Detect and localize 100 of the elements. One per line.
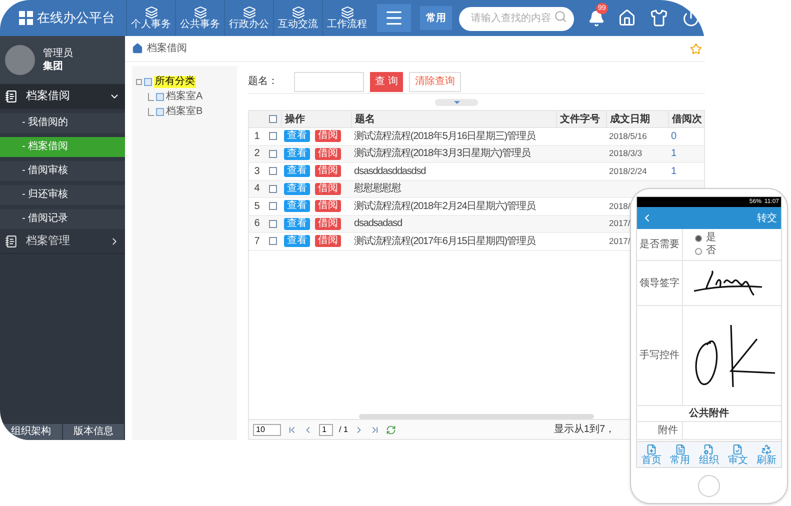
scrollbar[interactable]: [359, 414, 594, 419]
view-button[interactable]: 查看: [284, 165, 310, 178]
layers-icon: [194, 6, 206, 18]
borrow-button[interactable]: 借阅: [315, 130, 341, 142]
collapse-icon[interactable]: [136, 79, 142, 85]
clear-button[interactable]: 清除查询: [408, 72, 461, 92]
common-button[interactable]: 常用: [420, 6, 452, 30]
row-number: 6: [253, 217, 261, 232]
checkbox[interactable]: [269, 220, 277, 228]
checkbox[interactable]: [269, 132, 277, 140]
date-cell: 2018/: [609, 200, 630, 211]
count-cell-text: 1: [670, 147, 678, 162]
expand-handle[interactable]: [435, 99, 478, 106]
layers-icon: [242, 6, 256, 18]
view-button[interactable]: 查看: [284, 200, 310, 212]
last-page-icon[interactable]: [370, 424, 380, 434]
borrow-button[interactable]: 借阅: [315, 182, 341, 195]
first-page-icon[interactable]: [287, 424, 297, 434]
file-check-icon: [732, 444, 744, 454]
tree-node[interactable]: 档案室B: [166, 106, 203, 118]
phone-nav-item[interactable]: 首页: [637, 442, 666, 467]
checkbox[interactable]: [269, 184, 277, 193]
app-title: 在线办公平台: [37, 9, 115, 28]
borrow-button[interactable]: 借阅: [315, 218, 341, 230]
title-cell-text: 慰慰慰慰慰: [353, 182, 402, 196]
count-cell-text: 0: [670, 130, 678, 144]
date-cell: 2018/3/3: [609, 148, 642, 158]
phone-nav-item[interactable]: 常用: [666, 442, 695, 467]
search-icon[interactable]: [554, 10, 567, 24]
checkbox[interactable]: [269, 115, 277, 123]
logo-icon: [19, 11, 33, 25]
row-number: 2: [253, 147, 261, 162]
field-label: 是否需要: [637, 229, 683, 260]
row-number: 4: [253, 182, 261, 196]
title-input[interactable]: [294, 72, 364, 92]
date-cell: 2018/2/24: [609, 166, 647, 176]
sidebar-item[interactable]: - 我借阅的: [0, 112, 125, 132]
sidebar-item[interactable]: - 借阅记录: [0, 208, 125, 228]
refresh-icon[interactable]: [386, 424, 396, 434]
page-input[interactable]: 1: [319, 424, 333, 436]
row-number: 3: [253, 164, 261, 179]
radio-label: 否: [706, 245, 716, 257]
footer-tab[interactable]: 版本信息: [62, 424, 125, 440]
view-button[interactable]: 查看: [284, 218, 310, 230]
notebook-icon: [5, 90, 18, 102]
avatar: [5, 45, 35, 75]
menu-button[interactable]: [377, 4, 411, 32]
view-button[interactable]: 查看: [284, 235, 310, 248]
date-cell: 2018/5/16: [609, 130, 647, 141]
row-number: 7: [253, 234, 261, 249]
view-button[interactable]: 查看: [284, 182, 310, 195]
total-pages: / 1: [339, 424, 348, 436]
column-header: 成文日期: [606, 111, 668, 127]
phone-nav-item[interactable]: 审文: [723, 442, 752, 467]
bell-icon[interactable]: [588, 10, 605, 26]
view-button[interactable]: 查看: [284, 130, 310, 142]
row-number: 5: [253, 200, 261, 214]
radio-button[interactable]: [695, 248, 702, 254]
recycle-icon: [761, 444, 772, 454]
radio-button[interactable]: [695, 234, 702, 242]
checkbox[interactable]: [269, 150, 277, 158]
view-button[interactable]: 查看: [284, 148, 310, 160]
user-role: 管理员: [43, 47, 73, 60]
borrow-button[interactable]: 借阅: [315, 235, 341, 248]
home-icon[interactable]: [618, 9, 636, 27]
count-cell-text: 1: [670, 164, 678, 179]
checkbox[interactable]: [269, 202, 277, 210]
tree-node[interactable]: 所有分类: [154, 76, 196, 88]
layers-icon: [340, 6, 354, 18]
checkbox[interactable]: [269, 237, 277, 246]
borrow-button[interactable]: 借阅: [315, 200, 341, 212]
tree-node[interactable]: 档案室A: [166, 91, 203, 103]
sidebar-group[interactable]: 档案借阅: [0, 84, 125, 109]
row-number: 1: [253, 130, 261, 144]
borrow-button[interactable]: 借阅: [315, 165, 341, 178]
sidebar-item[interactable]: - 归还审核: [0, 184, 125, 204]
sidebar-item[interactable]: - 档案借阅: [0, 136, 125, 156]
search-label: 题名：: [248, 75, 279, 89]
layers-icon: [292, 6, 304, 18]
checkbox[interactable]: [269, 167, 277, 176]
borrow-button[interactable]: 借阅: [315, 148, 341, 160]
query-button[interactable]: 查 询: [370, 72, 403, 92]
title-cell-text: 测试流程流程(2018年3月3日星期六)管理员: [353, 146, 532, 162]
layers-icon: [144, 6, 158, 18]
page-summary: 显示从1到7，: [554, 422, 616, 437]
page-size-select[interactable]: 10: [253, 424, 281, 436]
sidebar-item[interactable]: - 借阅审核: [0, 160, 125, 180]
title-cell-text: 测试流程流程(2018年2月24日星期六)管理员: [353, 200, 537, 214]
title-cell-text: dsasddasddasdsd: [353, 164, 427, 179]
title-cell-text: dsadsadasd: [353, 217, 403, 232]
file-plus-icon: [646, 444, 657, 454]
phone-nav-item[interactable]: 刷新: [752, 442, 781, 467]
user-group: 集团: [43, 60, 73, 73]
phone-nav-item[interactable]: 组织: [694, 442, 724, 467]
search-field[interactable]: 请输入查找的内容: [459, 6, 574, 31]
shirt-icon[interactable]: [650, 9, 668, 27]
home-icon: [132, 43, 143, 54]
title-cell-text: 测试流程流程(2018年5月16日星期三)管理员: [353, 130, 537, 144]
star-icon[interactable]: [690, 42, 702, 54]
date-cell: 2017/: [609, 218, 630, 228]
